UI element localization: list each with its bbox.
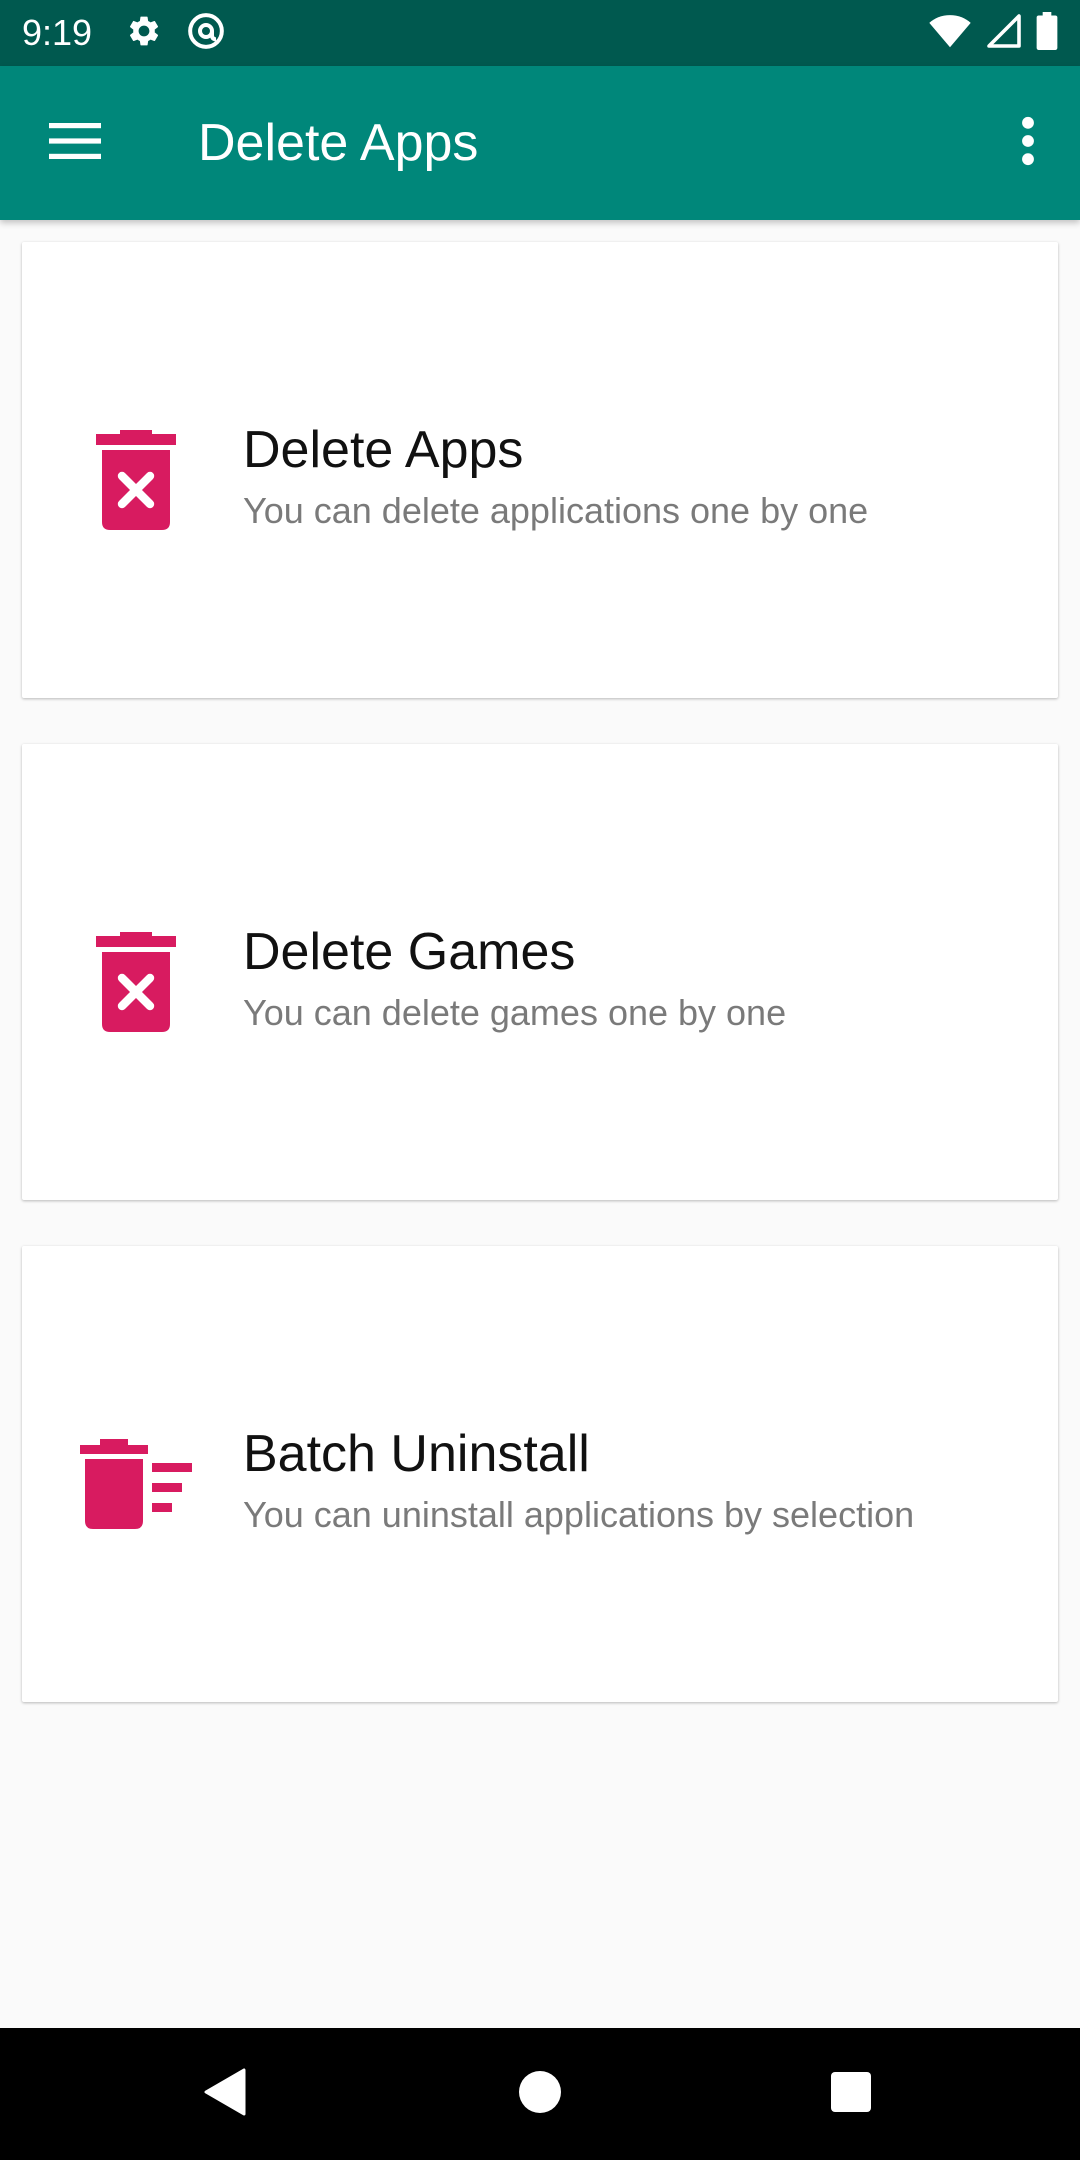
card-title: Batch Uninstall [243, 1425, 590, 1483]
home-icon [518, 2070, 562, 2119]
trash-list-icon [76, 1424, 196, 1544]
card-delete-apps[interactable]: Delete Apps You can delete applications … [22, 242, 1058, 698]
overflow-menu-button[interactable] [992, 99, 1064, 187]
menu-button[interactable] [28, 99, 126, 187]
battery-icon [1036, 11, 1058, 55]
page-title: Delete Apps [198, 114, 479, 172]
gear-icon [126, 13, 162, 54]
card-batch-uninstall[interactable]: Batch Uninstall You can uninstall applic… [22, 1246, 1058, 1702]
recents-icon [830, 2071, 872, 2118]
card-subtitle: You can delete games one by one [243, 992, 787, 1033]
more-vert-icon [1021, 116, 1035, 171]
status-bar: 9:19 [0, 0, 1080, 66]
back-button[interactable] [166, 2058, 286, 2130]
recents-button[interactable] [791, 2058, 911, 2130]
hamburger-menu-icon [49, 121, 105, 166]
trash-x-icon [76, 922, 196, 1042]
back-icon [204, 2068, 248, 2121]
status-time: 9:19 [22, 12, 93, 53]
card-subtitle: You can uninstall applications by select… [243, 1494, 915, 1535]
card-subtitle: You can delete applications one by one [243, 490, 869, 531]
card-delete-games[interactable]: Delete Games You can delete games one by… [22, 744, 1058, 1200]
card-title: Delete Games [243, 923, 576, 981]
home-button[interactable] [480, 2058, 600, 2130]
wifi-icon [928, 13, 972, 54]
system-nav-bar [0, 2028, 1080, 2160]
cell-signal-icon [986, 13, 1022, 54]
card-title: Delete Apps [243, 421, 524, 479]
app-bar: Delete Apps [0, 66, 1080, 220]
at-sign-icon [186, 11, 226, 56]
trash-x-icon [76, 420, 196, 540]
